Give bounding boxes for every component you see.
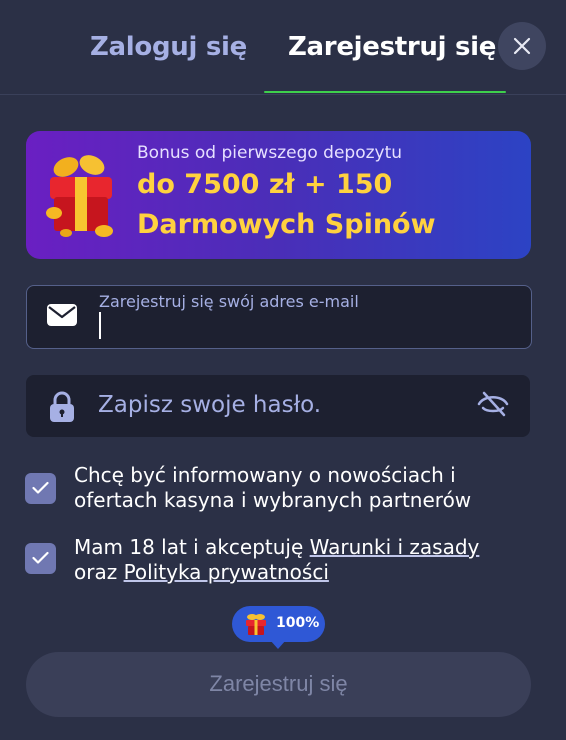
eye-off-icon[interactable] [476, 389, 510, 419]
terms-checkbox[interactable] [25, 543, 56, 574]
register-submit-label: Zarejestruj się [209, 671, 348, 696]
lock-icon [50, 391, 74, 422]
bonus-badge: 100% [232, 606, 325, 642]
close-icon [513, 37, 531, 55]
auth-tabs: Zaloguj się Zarejestruj się [0, 0, 566, 95]
bonus-badge-tail [270, 640, 286, 649]
terms-middle: oraz [74, 560, 124, 584]
newsletter-line2: ofertach kasyna i wybranych partnerów [74, 488, 472, 512]
bonus-subtitle: Bonus od pierwszego depozytu [137, 143, 403, 163]
gift-icon [46, 155, 113, 237]
privacy-policy-link[interactable]: Polityka prywatności [124, 560, 329, 584]
checkmark-icon [32, 481, 49, 494]
close-button[interactable] [498, 22, 546, 70]
tab-login[interactable]: Zaloguj się [90, 32, 247, 62]
terms-consent-text: Mam 18 lat i akceptuję Warunki i zasady … [74, 535, 544, 585]
gift-icon [246, 614, 266, 635]
checkmark-icon [32, 551, 49, 564]
newsletter-consent-text: Chcę być informowany o nowościach i ofer… [74, 463, 544, 513]
bonus-spins: Darmowych Spinów [137, 209, 436, 240]
bonus-amount: do 7500 zł + 150 [137, 169, 393, 200]
password-field[interactable]: Zapisz swoje hasło. [26, 375, 530, 437]
terms-link[interactable]: Warunki i zasady [310, 535, 480, 559]
text-cursor [99, 312, 101, 339]
newsletter-checkbox[interactable] [25, 473, 56, 504]
newsletter-line1: Chcę być informowany o nowościach i [74, 463, 456, 487]
register-submit-button[interactable]: Zarejestruj się [26, 652, 531, 717]
email-label: Zarejestruj się swój adres e-mail [99, 292, 359, 311]
terms-prefix: Mam 18 lat i akceptuję [74, 535, 310, 559]
tab-register[interactable]: Zarejestruj się [288, 32, 496, 62]
envelope-icon [47, 304, 77, 326]
password-placeholder: Zapisz swoje hasło. [98, 392, 322, 418]
email-field[interactable]: Zarejestruj się swój adres e-mail [26, 285, 532, 349]
active-tab-indicator [264, 91, 506, 93]
bonus-banner: Bonus od pierwszego depozytu do 7500 zł … [26, 131, 531, 259]
bonus-badge-text: 100% [276, 615, 320, 631]
